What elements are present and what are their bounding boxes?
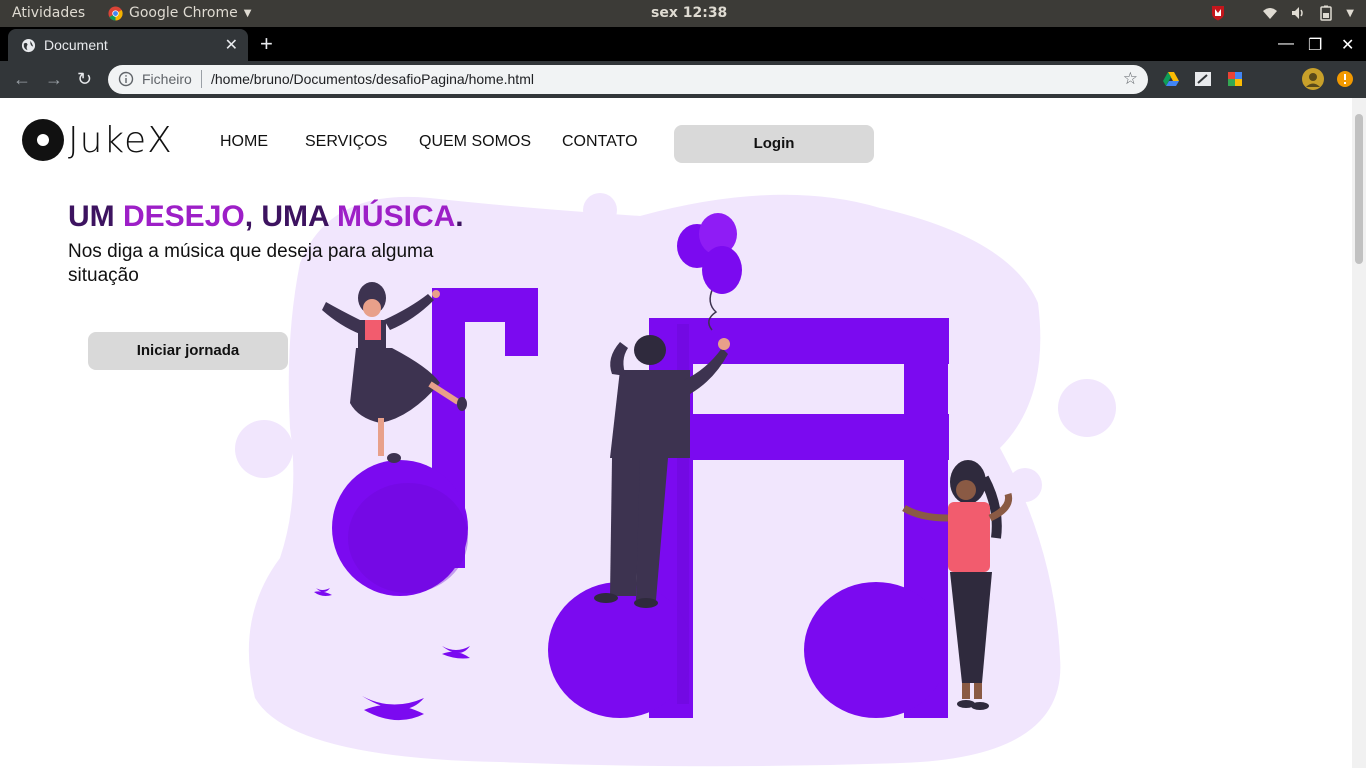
puzzle-extension-icon[interactable] [1226,70,1244,88]
chrome-icon [108,5,123,21]
globe-icon [21,38,36,53]
bubble [1058,379,1116,437]
url-text[interactable]: /home/bruno/Documentos/desafioPagina/hom… [211,71,534,87]
alert-icon[interactable] [1336,70,1354,88]
info-icon[interactable] [118,71,134,87]
activities-button[interactable]: Atividades [12,5,85,21]
bookmark-star-icon[interactable]: ☆ [1123,69,1138,89]
wifi-icon[interactable] [1262,5,1278,21]
headline-part: . [455,200,464,233]
reload-icon[interactable]: ↻ [77,69,92,90]
scrollbar-thumb[interactable] [1355,114,1363,264]
start-journey-button[interactable]: Iniciar jornada [88,332,288,370]
scheme-label: Ficheiro [142,71,192,87]
profile-avatar[interactable] [1302,68,1324,90]
chevron-down-icon: ▼ [243,7,252,19]
tab-document[interactable]: Document ✕ [8,29,248,61]
tab-title: Document [44,37,108,53]
screenshot-extension-icon[interactable] [1194,70,1212,88]
nav-servicos[interactable]: SERVIÇOS [305,133,387,151]
nav-home[interactable]: HOME [220,133,268,151]
system-top-bar: Atividades Google Chrome ▼ sex 12:38 ▼ [0,0,1366,27]
minimize-icon[interactable]: — [1278,35,1294,53]
site-logo[interactable]: JukeX [22,119,173,161]
page-viewport: JukeX HOME SERVIÇOS QUEM SOMOS CONTATO L… [0,98,1352,768]
page-scrollbar[interactable] [1352,98,1366,768]
address-separator [201,70,202,88]
tab-strip: Document ✕ + — ❐ ✕ [0,27,1366,61]
close-tab-icon[interactable]: ✕ [225,35,238,55]
forward-arrow-icon[interactable]: → [45,69,63,90]
hero-subtitle: Nos diga a música que deseja para alguma… [68,241,434,286]
bubble [1008,468,1042,502]
browser-toolbar: ← → ↻ Ficheiro /home/bruno/Documentos/de… [0,61,1366,98]
maximize-icon[interactable]: ❐ [1308,35,1322,55]
brand-name: JukeX [68,119,173,161]
new-tab-button[interactable]: + [260,31,273,57]
app-menu-label: Google Chrome [129,5,238,21]
bubble [781,212,815,246]
hero-headline: UM DESEJO, UMA MÚSICA. [68,200,464,234]
headline-accent: MÚSICA [336,200,456,233]
battery-icon[interactable] [1318,5,1334,21]
back-arrow-icon[interactable]: ← [13,69,31,90]
headline-part: UM [68,200,123,233]
vinyl-disc-icon [22,119,64,161]
headline-accent: DESEJO [123,200,245,233]
hero-illustration [235,193,1116,767]
address-bar[interactable]: Ficheiro /home/bruno/Documentos/desafioP… [108,65,1148,94]
clock[interactable]: sex 12:38 [651,5,727,21]
system-menu-chevron-icon[interactable]: ▼ [1346,8,1354,19]
login-button[interactable]: Login [674,125,874,163]
app-menu[interactable]: Google Chrome ▼ [108,5,251,21]
bubble [583,193,617,227]
drive-icon[interactable] [1162,70,1180,88]
close-window-icon[interactable]: ✕ [1341,35,1354,55]
shield-icon[interactable] [1210,5,1226,21]
system-tray[interactable]: ▼ [1210,5,1354,21]
headline-part: , UMA [244,200,337,233]
volume-icon[interactable] [1290,5,1306,21]
nav-quem-somos[interactable]: QUEM SOMOS [419,133,531,151]
nav-contato[interactable]: CONTATO [562,133,638,151]
bubble [235,420,293,478]
